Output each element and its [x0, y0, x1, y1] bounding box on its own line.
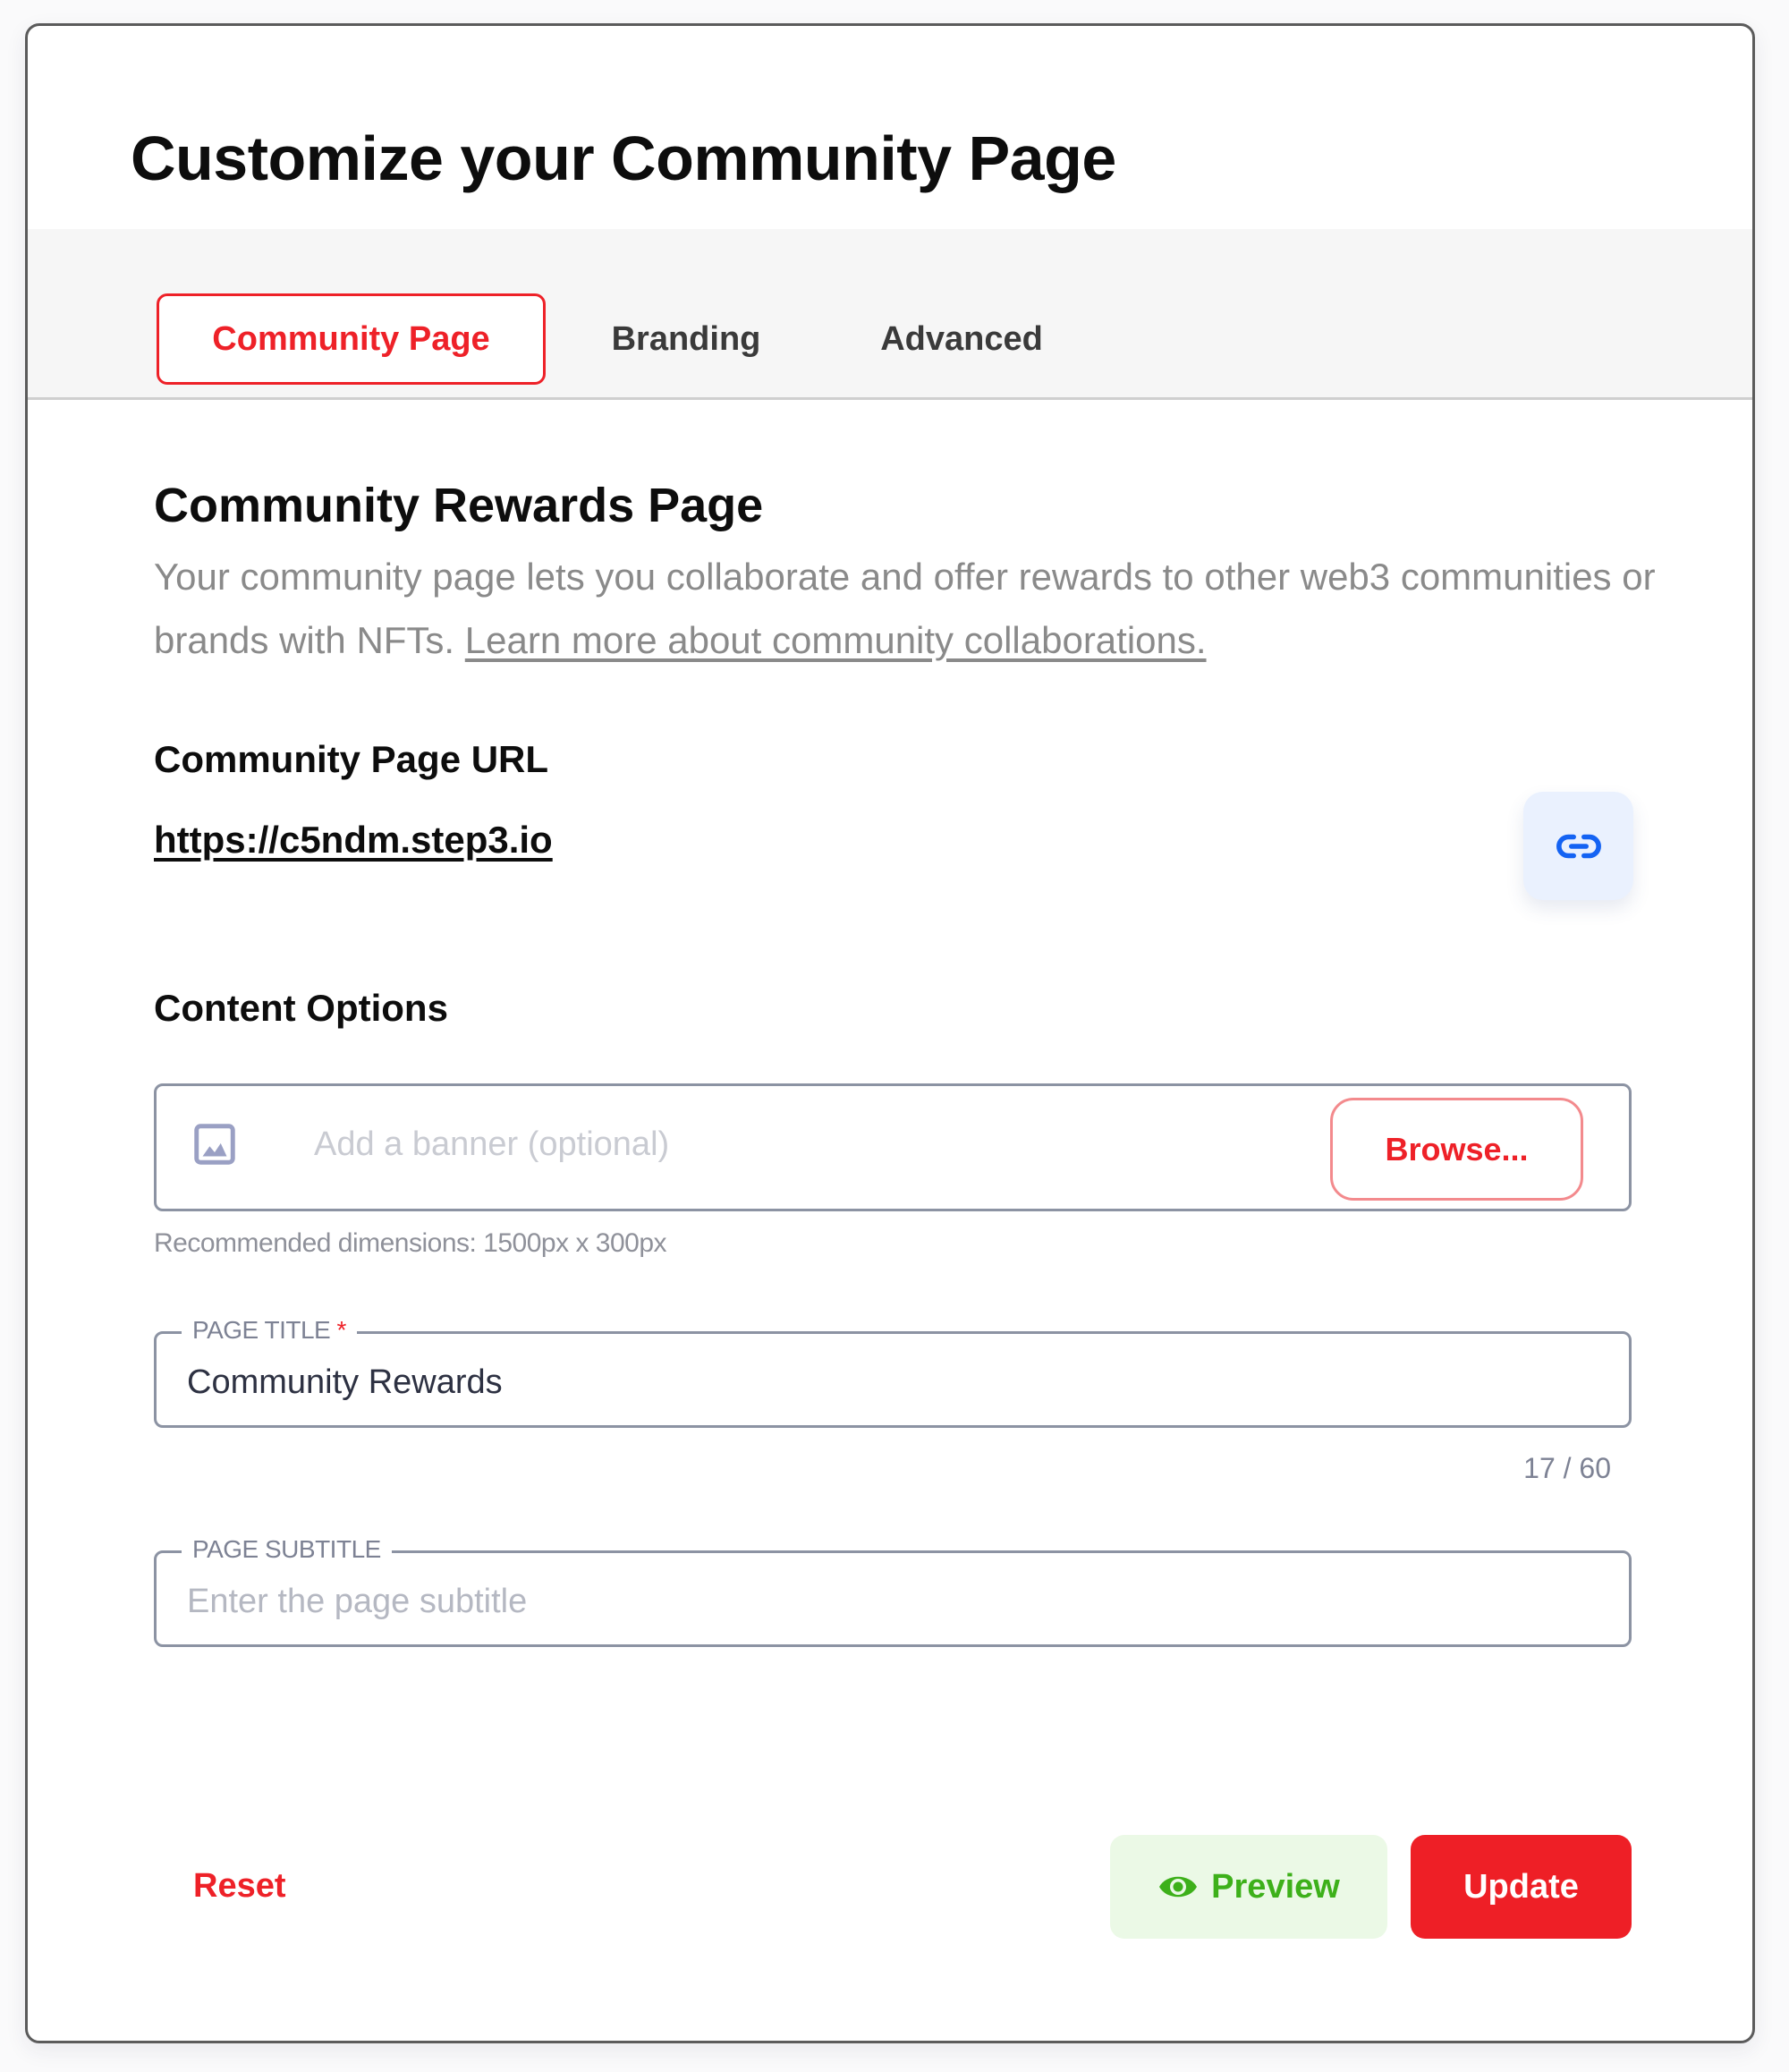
tab-bar: Community Page Branding Advanced: [28, 229, 1752, 400]
section-title: Community Rewards Page: [154, 479, 764, 532]
community-page-url-label: Community Page URL: [154, 738, 549, 780]
copy-link-button[interactable]: [1523, 792, 1633, 900]
page-subtitle-label: PAGE SUBTITLE: [182, 1535, 392, 1564]
page-title-field: PAGE TITLE *: [154, 1316, 1632, 1428]
eye-icon: [1159, 1876, 1198, 1898]
tab-advanced[interactable]: Advanced: [854, 293, 1069, 385]
page-subtitle-input[interactable]: [187, 1576, 1600, 1626]
content-options-label: Content Options: [154, 987, 448, 1029]
preview-button[interactable]: Preview: [1110, 1835, 1387, 1939]
learn-more-link[interactable]: Learn more about community collaboration…: [465, 619, 1207, 661]
link-icon: [1556, 834, 1601, 858]
community-page-url-link[interactable]: https://c5ndm.step3.io: [154, 819, 553, 862]
tab-branding[interactable]: Branding: [597, 293, 776, 385]
required-asterisk: *: [336, 1316, 347, 1344]
banner-upload-field[interactable]: Add a banner (optional) Browse...: [154, 1083, 1632, 1211]
browse-button[interactable]: Browse...: [1330, 1098, 1583, 1201]
banner-dimensions-hint: Recommended dimensions: 1500px x 300px: [154, 1228, 667, 1258]
customize-community-page-card: Customize your Community Page Community …: [25, 23, 1755, 2043]
page-title-input[interactable]: [187, 1357, 1600, 1407]
update-button[interactable]: Update: [1411, 1835, 1632, 1939]
section-description: Your community page lets you collaborate…: [154, 545, 1657, 672]
page-title: Customize your Community Page: [131, 123, 1116, 193]
tab-community-page[interactable]: Community Page: [157, 293, 546, 385]
page-title-label: PAGE TITLE *: [182, 1316, 357, 1345]
reset-button[interactable]: Reset: [193, 1867, 286, 1906]
banner-placeholder: Add a banner (optional): [314, 1125, 670, 1163]
preview-label: Preview: [1211, 1867, 1340, 1906]
page-subtitle-field: PAGE SUBTITLE: [154, 1535, 1632, 1647]
page-title-label-text: PAGE TITLE: [192, 1316, 331, 1344]
page-title-char-counter: 17 / 60: [1523, 1452, 1611, 1484]
image-icon: [194, 1124, 235, 1165]
